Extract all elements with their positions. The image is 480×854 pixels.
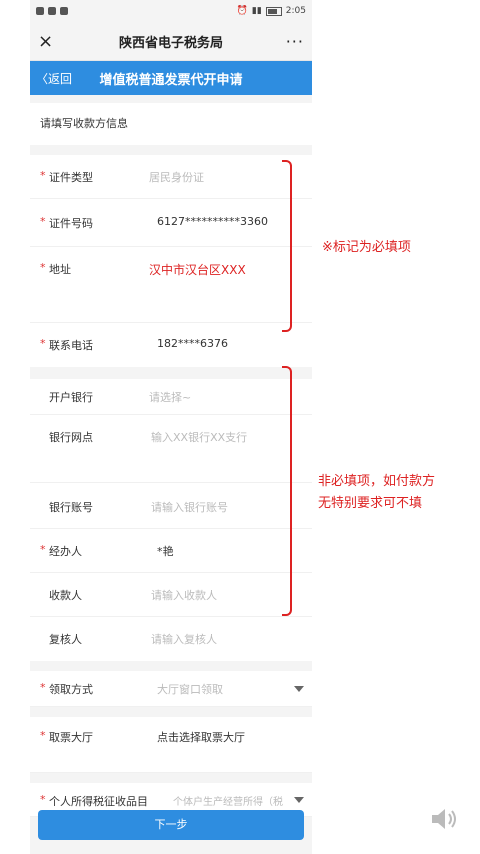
alarm-icon: ⏰ bbox=[236, 6, 248, 16]
required-mark: * bbox=[40, 729, 46, 742]
required-fields-group: * 证件类型 居民身份证 * 证件号码 6127**********3360 *… bbox=[30, 155, 312, 367]
optional-fields-group: 开户银行 请选择~ 银行网点 输入XX银行XX支行 银行账号 请输入银行账号 *… bbox=[30, 379, 312, 661]
required-mark: * bbox=[40, 215, 46, 228]
field-label: 证件类型 bbox=[49, 171, 93, 184]
field-value: 请选择~ bbox=[149, 391, 192, 404]
status-icons-left bbox=[36, 7, 68, 15]
field-address[interactable]: * 地址 汉中市汉台区XXX bbox=[30, 247, 312, 323]
more-icon[interactable]: ··· bbox=[284, 32, 304, 51]
close-icon[interactable]: × bbox=[38, 31, 58, 52]
field-value-annotated: 汉中市汉台区XXX bbox=[149, 263, 246, 277]
required-mark: * bbox=[40, 261, 46, 274]
phone-screen: ⏰ ▮▮ 2:05 × 陕西省电子税务局 ··· 〈返回 增值税普通发票代开申请… bbox=[30, 0, 312, 854]
field-id-number[interactable]: * 证件号码 6127**********3360 bbox=[30, 199, 312, 247]
battery-icon bbox=[265, 6, 282, 16]
optional-note-line2: 无特别要求可不填 bbox=[318, 496, 423, 511]
window-title-bar: × 陕西省电子税务局 ··· bbox=[30, 22, 312, 61]
required-bracket bbox=[282, 160, 292, 332]
field-bank[interactable]: 开户银行 请选择~ bbox=[30, 379, 312, 415]
required-note: ※标记为必填项 bbox=[322, 240, 411, 255]
status-bar: ⏰ ▮▮ 2:05 bbox=[30, 0, 312, 22]
section-title: 请填写收款方信息 bbox=[30, 103, 312, 145]
field-label: 证件号码 bbox=[49, 217, 93, 230]
field-handler[interactable]: * 经办人 *艳 bbox=[30, 529, 312, 573]
field-value: 输入XX银行XX支行 bbox=[151, 431, 248, 444]
field-pickup-method[interactable]: * 领取方式 大厅窗口领取 bbox=[30, 671, 312, 707]
required-mark: * bbox=[40, 169, 46, 182]
field-label: 取票大厅 bbox=[49, 731, 93, 744]
page-title: 增值税普通发票代开申请 bbox=[99, 72, 243, 88]
back-button[interactable]: 〈返回 bbox=[36, 70, 72, 87]
required-mark: * bbox=[40, 337, 46, 350]
field-value: 6127**********3360 bbox=[157, 215, 268, 228]
signal-icon: ▮▮ bbox=[251, 6, 262, 16]
notification-icon bbox=[36, 7, 44, 15]
field-phone[interactable]: * 联系电话 182****6376 bbox=[30, 323, 312, 367]
required-mark: * bbox=[40, 543, 46, 556]
app-icon bbox=[60, 7, 68, 15]
field-bank-account[interactable]: 银行账号 请输入银行账号 bbox=[30, 483, 312, 529]
field-label: 开户银行 bbox=[49, 391, 93, 404]
field-reviewer[interactable]: 复核人 请输入复核人 bbox=[30, 617, 312, 661]
field-value: 182****6376 bbox=[157, 337, 228, 350]
field-value: 居民身份证 bbox=[149, 171, 204, 184]
field-label: 地址 bbox=[49, 263, 71, 276]
field-value: 个体户生产经营所得（税 bbox=[173, 797, 283, 808]
required-mark: * bbox=[40, 793, 46, 806]
field-label: 收款人 bbox=[49, 589, 82, 602]
field-value: 大厅窗口领取 bbox=[157, 683, 223, 696]
dropdown-arrow-icon bbox=[294, 796, 304, 803]
field-id-type[interactable]: * 证件类型 居民身份证 bbox=[30, 155, 312, 199]
optional-note-line1: 非必填项，如付款方 bbox=[318, 474, 436, 489]
field-payee[interactable]: 收款人 请输入收款人 bbox=[30, 573, 312, 617]
hall-fields-group: * 取票大厅 点击选择取票大厅 bbox=[30, 717, 312, 773]
pickup-fields-group: * 领取方式 大厅窗口领取 bbox=[30, 671, 312, 707]
window-title: 陕西省电子税务局 bbox=[118, 35, 223, 51]
field-value: 请输入收款人 bbox=[151, 589, 217, 602]
field-value: 请输入复核人 bbox=[151, 633, 217, 646]
status-time: 2:05 bbox=[285, 6, 306, 16]
speaker-icon bbox=[432, 809, 456, 829]
next-step-button[interactable]: 下一步 bbox=[38, 810, 304, 840]
nav-bar: 〈返回 增值税普通发票代开申请 bbox=[30, 61, 312, 95]
field-label: 联系电话 bbox=[49, 339, 93, 352]
field-value: *艳 bbox=[157, 545, 174, 558]
field-value: 点击选择取票大厅 bbox=[157, 731, 245, 744]
field-label: 银行账号 bbox=[49, 501, 93, 514]
field-label: 银行网点 bbox=[49, 431, 93, 444]
status-icons-right: ⏰ ▮▮ 2:05 bbox=[237, 6, 306, 16]
dropdown-arrow-icon bbox=[294, 685, 304, 692]
field-label: 经办人 bbox=[49, 545, 82, 558]
field-label: 个人所得税征收品目 bbox=[49, 795, 148, 808]
message-icon bbox=[48, 7, 56, 15]
required-mark: * bbox=[40, 681, 46, 694]
field-pickup-hall[interactable]: * 取票大厅 点击选择取票大厅 bbox=[30, 717, 312, 773]
optional-bracket bbox=[282, 366, 292, 616]
field-label: 领取方式 bbox=[49, 683, 93, 696]
field-bank-branch[interactable]: 银行网点 输入XX银行XX支行 bbox=[30, 415, 312, 483]
field-value: 请输入银行账号 bbox=[151, 501, 228, 514]
field-label: 复核人 bbox=[49, 633, 82, 646]
